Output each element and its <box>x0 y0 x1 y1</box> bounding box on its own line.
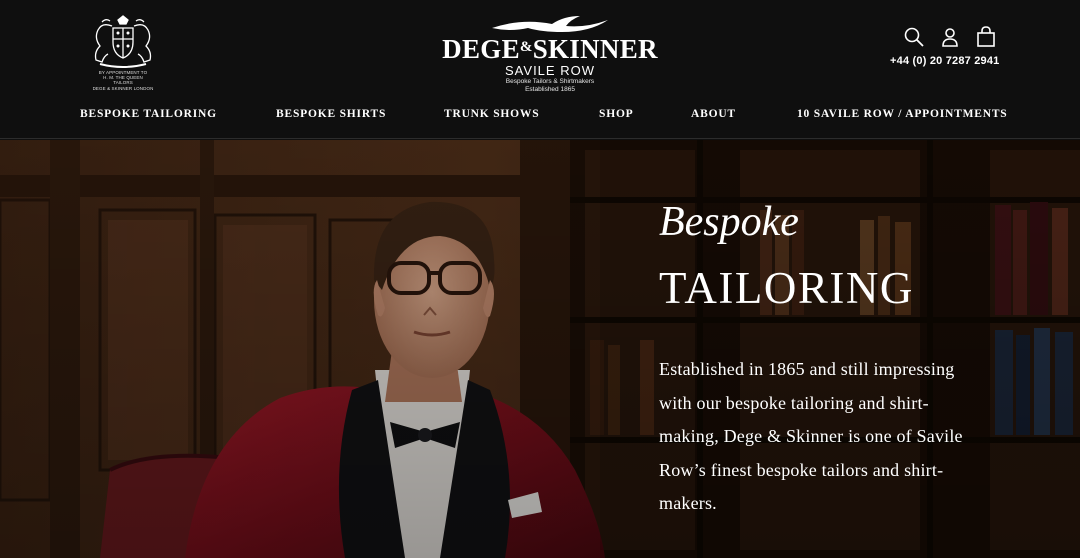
hero-description-line: Established in 1865 and still impressing <box>659 359 955 379</box>
hero-title-italic: Bespoke <box>659 199 799 245</box>
hero-description-line: Row’s finest bespoke tailors and shirt- <box>659 459 944 480</box>
hero-description-line: with our bespoke tailoring and shirt- <box>659 392 929 413</box>
logo-ampersand: & <box>519 39 533 55</box>
swallow-logo-icon <box>492 16 608 32</box>
hero-description: Established in 1865 and still impressing… <box>659 353 1019 521</box>
royal-warrant-text: BY APPOINTMENT TO H. M. THE QUEEN TAILOR… <box>86 70 160 91</box>
nav-item-shop[interactable]: SHOP <box>599 108 634 120</box>
logo-tagline-line: Bespoke Tailors & Shirtmakers <box>505 78 595 85</box>
site-header: BY APPOINTMENT TO H. M. THE QUEEN TAILOR… <box>0 0 1080 139</box>
hero-title-caps: TAILORING <box>659 263 914 313</box>
logo-tagline: Bespoke Tailors & Shirtmakers Establishe… <box>420 78 680 93</box>
hero-description-line: making, Dege & Skinner is one of Savile <box>659 426 963 446</box>
warrant-line: DEGE & SKINNER LONDON <box>92 85 154 91</box>
nav-item-trunk-shows[interactable]: TRUNK SHOWS <box>444 108 539 120</box>
hero-description-line: makers. <box>659 493 717 513</box>
hero-banner: Bespoke TAILORING Established in 1865 an… <box>0 140 1080 558</box>
header-icons <box>900 26 1000 50</box>
account-icon[interactable] <box>939 26 961 48</box>
nav-item-about[interactable]: ABOUT <box>691 108 736 120</box>
logo-wordmark: DEGE&SKINNER <box>420 34 680 65</box>
coat-of-arms-icon <box>94 15 152 68</box>
search-icon[interactable] <box>903 26 925 48</box>
bag-icon[interactable] <box>975 26 997 48</box>
main-navigation: BESPOKE TAILORING BESPOKE SHIRTS TRUNK S… <box>0 108 1080 130</box>
phone-number[interactable]: +44 (0) 20 7287 2941 <box>890 55 1000 67</box>
site-logo[interactable]: DEGE&SKINNER SAVILE ROW Bespoke Tailors … <box>420 12 680 93</box>
nav-item-appointments[interactable]: 10 SAVILE ROW / APPOINTMENTS <box>797 108 1008 120</box>
logo-tagline-line: Established 1865 <box>525 85 575 93</box>
logo-name-right: SKINNER <box>532 34 658 64</box>
logo-name-left: DEGE <box>442 34 520 64</box>
nav-item-bespoke-tailoring[interactable]: BESPOKE TAILORING <box>80 108 217 120</box>
nav-item-bespoke-shirts[interactable]: BESPOKE SHIRTS <box>276 108 386 120</box>
logo-subtitle: SAVILE ROW <box>505 63 595 78</box>
